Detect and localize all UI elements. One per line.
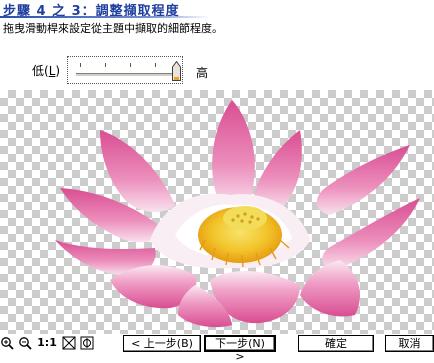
high-label: 高: [196, 66, 209, 80]
slider-thumb[interactable]: [171, 60, 181, 81]
slider-track: [76, 73, 176, 77]
preview-canvas[interactable]: [0, 90, 434, 334]
fit-window-icon[interactable]: [62, 336, 76, 350]
ok-button[interactable]: 確定: [298, 335, 374, 352]
lotus-image: [55, 100, 420, 328]
slider-tick: [130, 63, 131, 67]
slider-tick: [80, 63, 81, 67]
title-underline: [0, 16, 210, 18]
lotus-flower: [55, 100, 420, 328]
detail-slider[interactable]: [67, 56, 183, 84]
bottom-bar: 1:1 < 上一步(B) 下一步(N) > 確定 取消: [0, 334, 434, 363]
zoom-in-icon[interactable]: [0, 336, 14, 350]
cancel-button[interactable]: 取消: [385, 335, 434, 352]
background-toggle-icon[interactable]: [80, 336, 94, 350]
zoom-out-icon[interactable]: [18, 336, 32, 350]
next-button[interactable]: 下一步(N) >: [204, 335, 276, 363]
low-label: 低(L): [32, 64, 61, 78]
step-description: 拖曳滑動桿來設定從主題中擷取的細節程度。: [3, 22, 223, 35]
detail-slider-row: 低(L) 高: [0, 54, 434, 88]
back-button[interactable]: < 上一步(B): [123, 335, 201, 352]
slider-tick: [155, 63, 156, 67]
actual-size-button[interactable]: 1:1: [36, 336, 58, 350]
slider-tick: [105, 63, 106, 67]
wizard-header: 步驟 4 之 3：調整擷取程度 拖曳滑動桿來設定從主題中擷取的細節程度。: [0, 0, 434, 35]
